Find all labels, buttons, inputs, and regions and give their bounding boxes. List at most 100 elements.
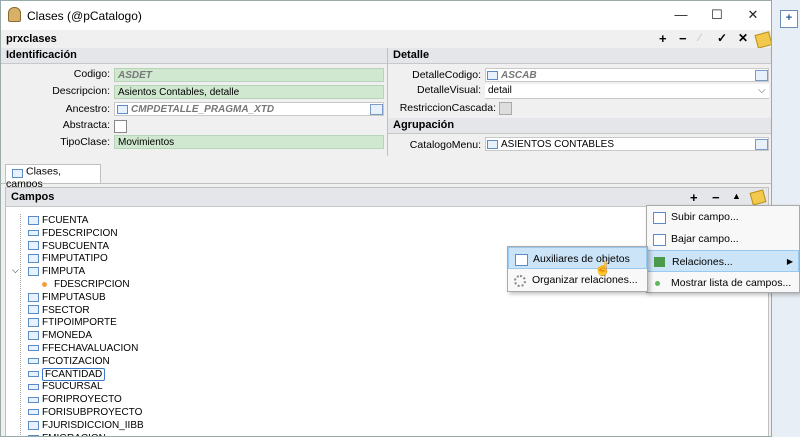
tree-item[interactable]: FCOTIZACION <box>28 355 110 368</box>
campos-add-button[interactable]: + <box>690 190 698 205</box>
field-icon <box>28 241 39 251</box>
abstracta-checkbox[interactable] <box>114 120 127 133</box>
field-icon <box>28 396 39 403</box>
tree-item[interactable]: FORIPROYECTO <box>28 393 122 406</box>
field-icon <box>28 383 39 390</box>
field-icon <box>28 305 39 315</box>
catalogomenu-browse-button[interactable] <box>755 139 768 150</box>
close-button[interactable]: ✕ <box>743 7 763 23</box>
tree-item[interactable]: FORISUBPROYECTO <box>28 406 142 419</box>
toolbar-tools-icon[interactable] <box>754 31 771 49</box>
catalogomenu-value: ASIENTOS CONTABLES <box>501 139 614 150</box>
tree-item[interactable]: FMONEDA <box>28 329 92 342</box>
tree-item[interactable]: FMIGRACION <box>28 432 106 436</box>
field-icon <box>28 215 39 225</box>
minimize-button[interactable]: — <box>671 7 691 23</box>
toolbar-add-button[interactable]: + <box>659 31 667 46</box>
detallecodigo-lookup-icon <box>487 70 498 80</box>
tree-item-label: FIMPUTA <box>42 266 86 278</box>
maximize-button[interactable]: ☐ <box>707 7 727 23</box>
relaciones-submenu: Auxiliares de objetos Organizar relacion… <box>507 246 648 292</box>
campos-up-button[interactable]: ▲ <box>732 191 741 201</box>
tree-item-label: FSUBCUENTA <box>42 240 110 252</box>
tab-strip <box>1 161 771 184</box>
abstracta-label: Abstracta: <box>62 119 110 131</box>
codigo-label: Codigo: <box>73 68 110 80</box>
identificacion-header: Identificación <box>1 48 387 64</box>
toolbar-edit-button[interactable]: ⁄ <box>699 32 701 44</box>
tree-item-label: FSUCURSAL <box>42 381 103 393</box>
field-dot-icon <box>42 281 47 287</box>
tree-item-label: FIMPUTASUB <box>42 291 106 303</box>
toolbar-cancel-button[interactable]: ✕ <box>738 31 748 45</box>
tree-item-label: FMIGRACION <box>42 433 106 436</box>
field-icon <box>28 292 39 302</box>
tree-container: FCUENTA FDESCRIPCION FSUBCUENTA FIMPUTATIPO… <box>6 208 646 436</box>
tipoclase-label: TipoClase: <box>60 136 110 148</box>
tree-item-label: FMONEDA <box>42 330 92 342</box>
menu-relaciones[interactable]: Relaciones... ▶ <box>647 250 799 272</box>
detalle-panel: Detalle DetalleCodigo: ASCAB DetalleVisu… <box>388 48 771 156</box>
tree-item[interactable]: FFECHAVALUACION <box>28 342 138 355</box>
tree-item[interactable]: FCUENTA <box>28 214 88 227</box>
toolbar-remove-button[interactable]: − <box>679 31 687 46</box>
tipoclase-field[interactable]: Movimientos <box>114 135 384 149</box>
tree-item[interactable]: FDESCRIPCION <box>42 278 130 291</box>
tree-item[interactable]: FJURISDICCION_IIBB <box>28 419 144 432</box>
move-up-icon <box>653 212 666 224</box>
add-icon[interactable]: + <box>780 10 798 28</box>
detallevisual-label: DetalleVisual: <box>416 84 481 96</box>
tree-item[interactable]: FTIPOIMPORTE <box>28 316 117 329</box>
tree-item[interactable]: FSUCURSAL <box>28 380 103 393</box>
ancestro-browse-button[interactable] <box>370 104 383 115</box>
tree-item[interactable]: FIMPUTASUB <box>28 291 106 304</box>
submenu-organizar[interactable]: Organizar relaciones... <box>508 269 647 291</box>
tab-clases-campos[interactable]: Clases, campos <box>5 164 101 190</box>
detallecodigo-field[interactable]: ASCAB <box>485 68 769 82</box>
menu-mostrar-lista[interactable]: Mostrar lista de campos... <box>647 272 799 294</box>
submenu-auxiliares-label: Auxiliares de objetos <box>533 253 630 265</box>
field-icon <box>28 331 39 341</box>
chevron-down-icon[interactable]: ⌵ <box>758 85 766 96</box>
detalle-header: Detalle <box>388 48 771 64</box>
menu-subir-campo[interactable]: Subir campo... <box>647 206 799 228</box>
detallecodigo-browse-button[interactable] <box>755 70 768 81</box>
menu-relaciones-label: Relaciones... <box>672 256 733 268</box>
tree-item[interactable]: FDESCRIPCION <box>28 227 118 240</box>
descripcion-field[interactable]: Asientos Contables, detalle <box>114 85 384 99</box>
toolbar-accept-button[interactable]: ✓ <box>717 31 727 45</box>
green-dot-icon <box>655 281 660 286</box>
app-icon <box>8 7 21 22</box>
field-icon <box>28 345 39 352</box>
tree-item-label: FIMPUTATIPO <box>42 253 108 265</box>
tree-item-label: FJURISDICCION_IIBB <box>42 419 144 431</box>
menu-bajar-campo[interactable]: Bajar campo... <box>647 228 799 250</box>
catalogomenu-field[interactable]: ASIENTOS CONTABLES <box>485 137 769 151</box>
ancestro-field[interactable]: CMPDETALLE_PRAGMA_XTD <box>114 102 384 116</box>
field-icon <box>28 230 39 237</box>
submenu-auxiliares[interactable]: Auxiliares de objetos <box>508 247 647 269</box>
detallevisual-select[interactable]: detail <box>485 84 769 99</box>
expand-chevron-icon[interactable]: ⌵ <box>12 265 19 276</box>
tree-item[interactable]: FSECTOR <box>28 304 90 317</box>
descripcion-label: Descripcion: <box>52 85 110 97</box>
tab-table-icon <box>12 169 23 178</box>
menu-subir-label: Subir campo... <box>671 211 739 223</box>
tree-item[interactable]: FCANTIDAD <box>28 367 106 381</box>
tree-item[interactable]: FSUBCUENTA <box>28 240 109 253</box>
tree-item-label: FFECHAVALUACION <box>42 343 139 354</box>
detallecodigo-value: ASCAB <box>501 70 537 81</box>
field-icon <box>28 254 39 264</box>
ancestro-label: Ancestro: <box>65 103 110 115</box>
field-icon <box>28 409 39 416</box>
restriccion-checkbox[interactable] <box>499 102 512 115</box>
identificacion-panel: Identificación Codigo: ASDET Descripcion… <box>1 48 387 156</box>
campos-remove-button[interactable]: − <box>712 190 720 205</box>
codigo-field[interactable]: ASDET <box>114 68 384 82</box>
catalogomenu-lookup-icon <box>487 139 498 149</box>
menu-mostrar-label: Mostrar lista de campos... <box>671 277 792 289</box>
tree-item[interactable]: FIMPUTA <box>28 265 85 278</box>
form-header: prxclases + − ⁄ ✓ ✕ <box>1 30 771 49</box>
tree-item-label: FDESCRIPCION <box>42 227 118 239</box>
tree-item[interactable]: FIMPUTATIPO <box>28 252 108 265</box>
